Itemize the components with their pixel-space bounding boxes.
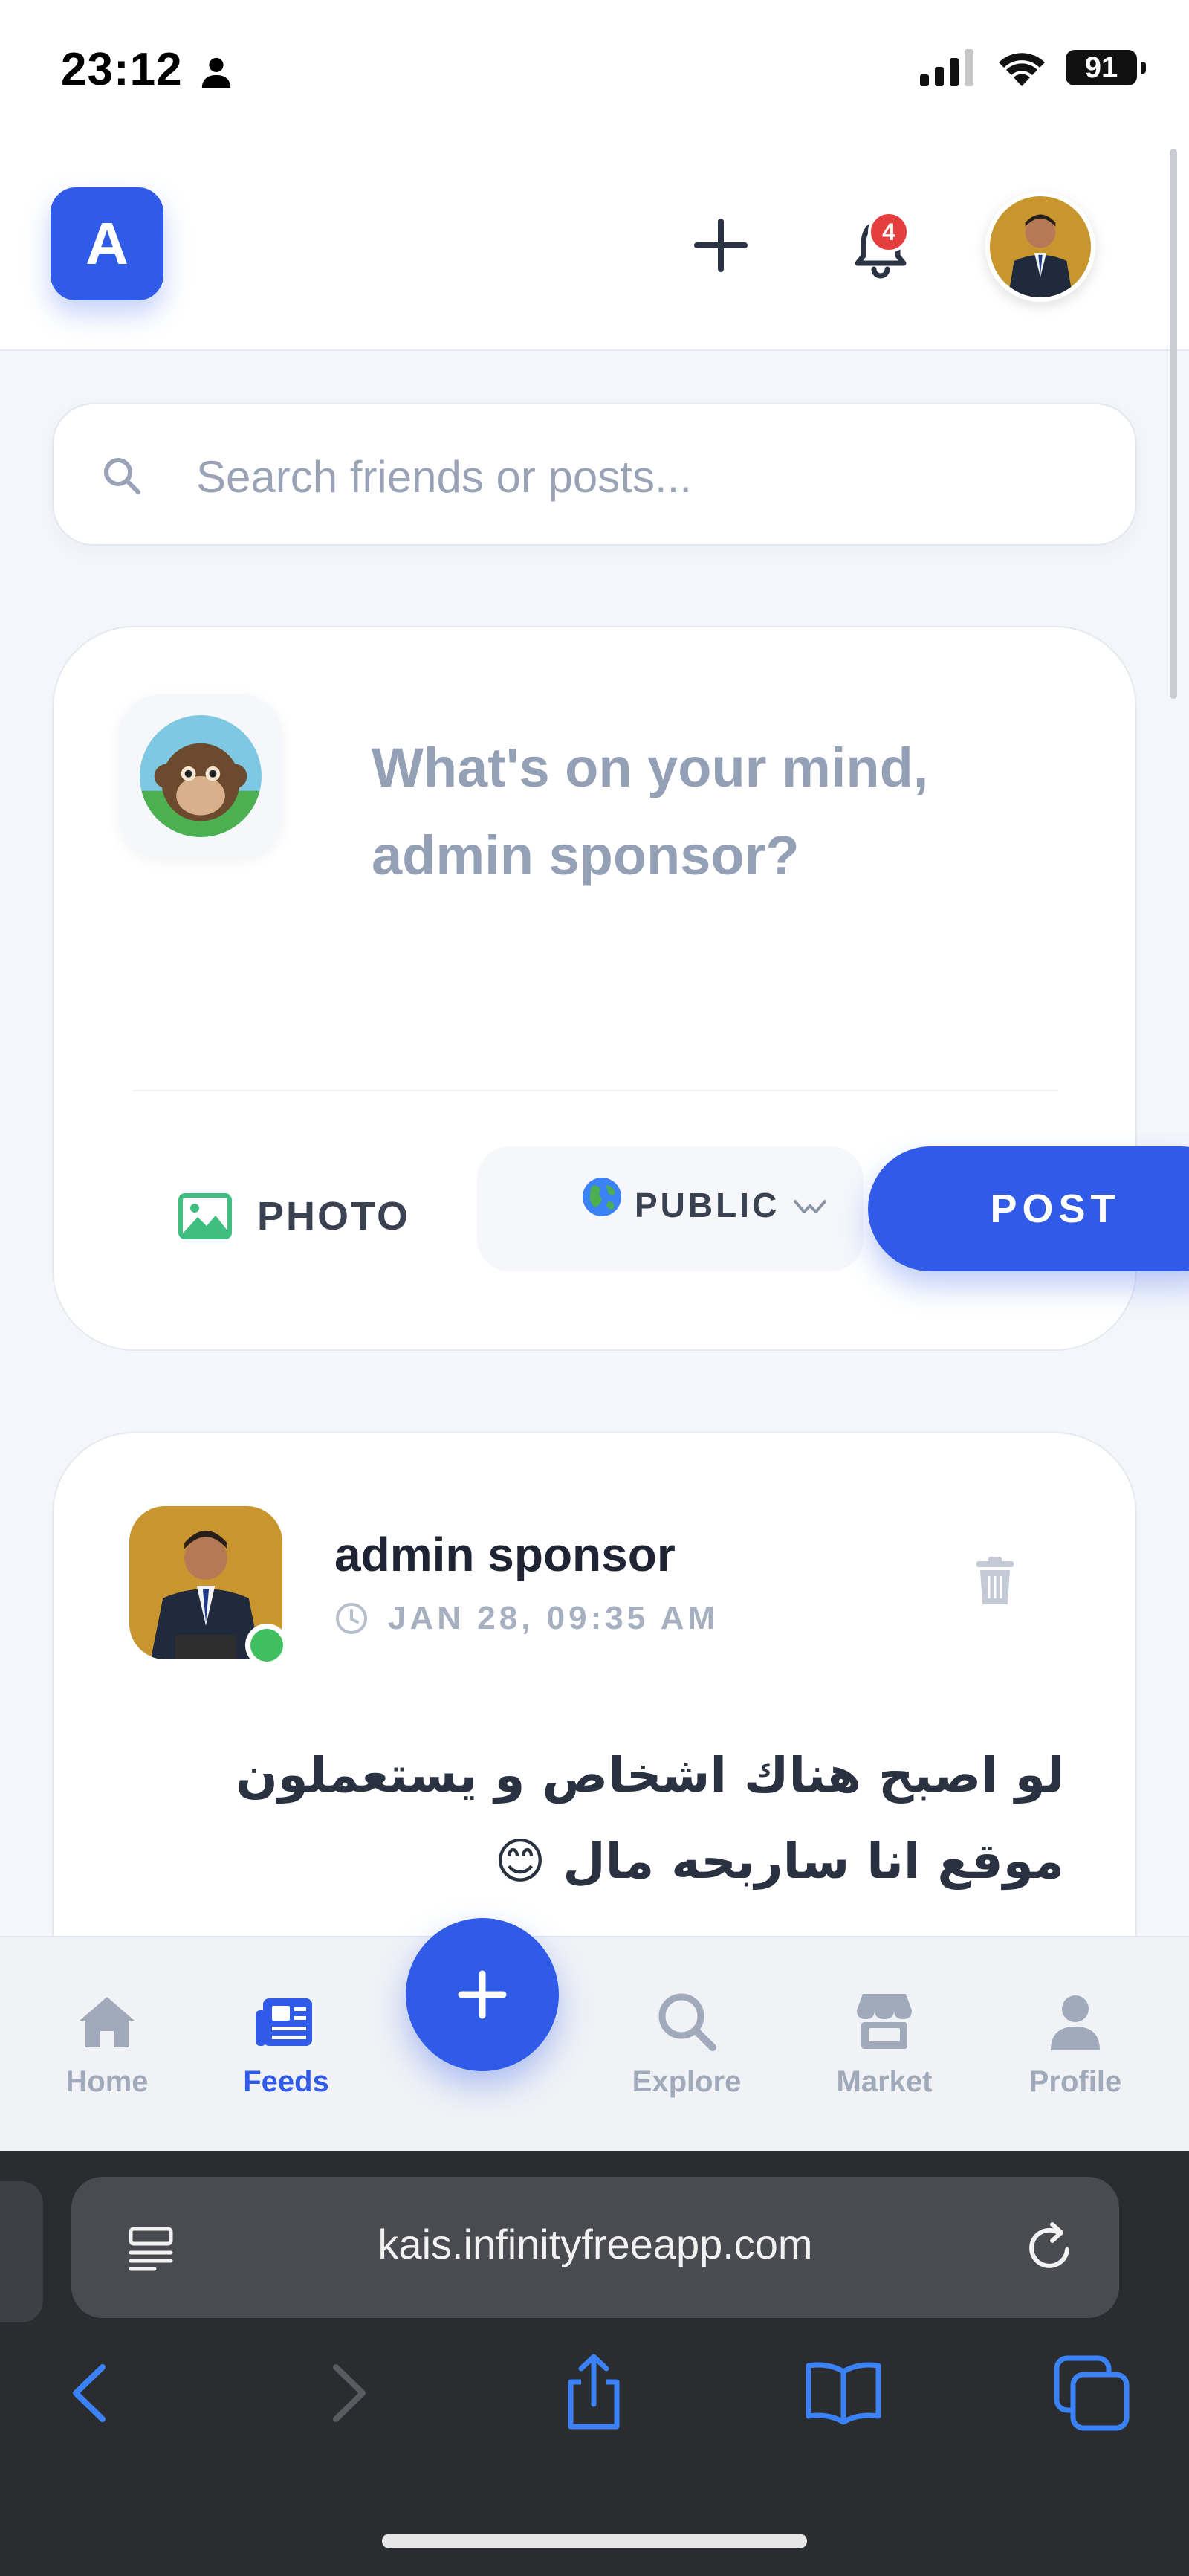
post-body-text: لو اصبح هناك اشخاص و يستعملون موقع انا س… [236, 1746, 1064, 1890]
tabs-icon[interactable] [1051, 2352, 1133, 2434]
online-status-dot [245, 1624, 288, 1667]
floating-add-button[interactable] [406, 1918, 559, 2071]
nav-label-explore: Explore [632, 2065, 742, 2098]
bookmarks-icon[interactable] [803, 2352, 884, 2434]
composer-divider [132, 1090, 1058, 1091]
create-plus-icon[interactable] [691, 216, 751, 275]
bottom-navigation: Home Feeds Explore Market Profile [0, 1936, 1189, 2153]
plus-icon [458, 1970, 507, 2019]
cellular-signal-icon [920, 49, 973, 86]
chevron-down-icon [794, 1200, 826, 1213]
app-logo[interactable]: A [51, 187, 163, 300]
monkey-avatar-image [140, 715, 262, 837]
search-bar [52, 403, 1137, 546]
wifi-icon [999, 53, 1045, 86]
composer-avatar[interactable] [140, 715, 262, 837]
status-bar: 23:12 91 [0, 0, 1189, 141]
privacy-label: PUBLIC [635, 1186, 780, 1224]
clock-icon [336, 1603, 367, 1634]
nav-feeds[interactable]: Feeds [212, 1988, 360, 2099]
home-icon [80, 1997, 135, 2047]
notification-badge: 4 [868, 211, 910, 253]
nav-label-home: Home [65, 2065, 149, 2098]
app-header: A 4 [0, 141, 1189, 351]
post-timestamp: JAN 28, 09:35 AM [388, 1600, 719, 1636]
nav-profile[interactable]: Profile [1001, 1988, 1150, 2099]
image-icon [178, 1193, 232, 1239]
address-bar[interactable]: kais.infinityfreeapp.com [71, 2177, 1119, 2318]
post-author-name[interactable]: admin sponsor [334, 1527, 676, 1582]
browser-toolbar [0, 2352, 1189, 2441]
previous-tab-sliver[interactable] [0, 2181, 43, 2322]
globe-icon [583, 1178, 621, 1216]
composer-prompt[interactable]: What's on your mind, admin sponsor? [372, 724, 1040, 900]
store-icon [857, 1994, 912, 2049]
nav-home[interactable]: Home [33, 1988, 181, 2099]
post-time-row: JAN 28, 09:35 AM [334, 1600, 719, 1637]
privacy-selector[interactable]: PUBLIC [477, 1146, 864, 1271]
user-avatar[interactable] [985, 192, 1095, 302]
reload-icon[interactable] [1021, 2220, 1078, 2276]
search-icon [658, 1993, 716, 2051]
search-input[interactable] [195, 440, 1089, 513]
search-icon [104, 458, 140, 494]
photo-button[interactable]: PHOTO [178, 1179, 410, 1253]
newspaper-icon [256, 1998, 312, 2046]
user-icon [1051, 1995, 1100, 2050]
back-icon[interactable] [51, 2352, 132, 2434]
nav-explore[interactable]: Explore [612, 1988, 761, 2099]
nav-label-feeds: Feeds [243, 2065, 329, 2098]
nav-label-market: Market [836, 2065, 933, 2098]
browser-chrome: kais.infinityfreeapp.com [0, 2151, 1189, 2576]
home-indicator [382, 2534, 807, 2548]
share-icon[interactable] [553, 2352, 635, 2434]
post-composer: What's on your mind, admin sponsor? PHOT… [52, 626, 1189, 1351]
nav-label-profile: Profile [1028, 2065, 1122, 2098]
status-time: 23:12 [61, 44, 183, 95]
trash-icon[interactable] [973, 1555, 1017, 1606]
forward-icon[interactable] [306, 2352, 388, 2434]
composer-avatar-frame [119, 694, 282, 858]
avatar-image [990, 196, 1091, 297]
photo-label: PHOTO [257, 1194, 411, 1239]
page-scrollbar[interactable] [1170, 149, 1177, 699]
post-button[interactable]: POST [868, 1146, 1189, 1271]
url-text: kais.infinityfreeapp.com [378, 2221, 813, 2267]
battery-indicator: 91 [1066, 50, 1146, 85]
nav-market[interactable]: Market [810, 1988, 959, 2099]
status-indicators: 91 [920, 49, 1146, 86]
person-icon [201, 57, 231, 88]
post-avatar-frame[interactable] [129, 1506, 288, 1667]
